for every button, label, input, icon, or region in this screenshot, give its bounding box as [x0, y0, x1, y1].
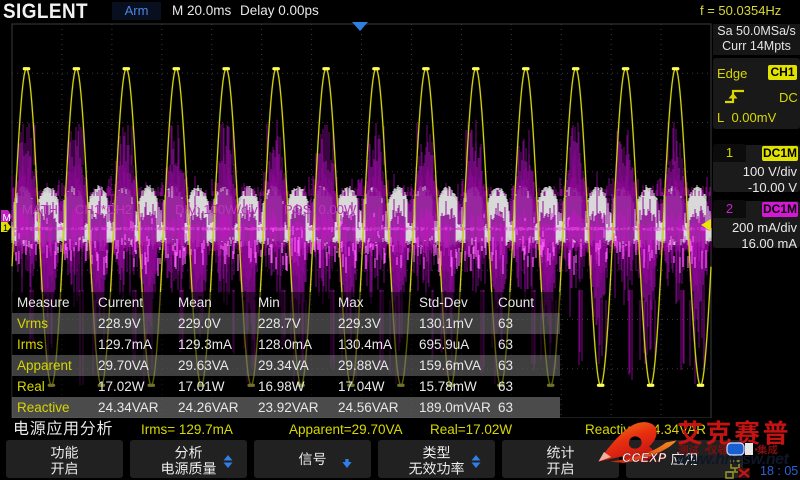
svg-text:Vrms: Vrms — [17, 316, 48, 331]
svg-text:159.6mVA: 159.6mVA — [419, 358, 481, 373]
svg-text:Current: Current — [98, 295, 143, 310]
svg-text:129.7mA: 129.7mA — [98, 337, 152, 352]
svg-text:63: 63 — [498, 316, 513, 331]
svg-text:Reactive: Reactive — [17, 400, 70, 415]
svg-text:24.34VAR: 24.34VAR — [98, 400, 159, 415]
svg-text:Irms: Irms — [17, 337, 43, 352]
svg-text:228.7V: 228.7V — [258, 316, 301, 331]
svg-text:17.01W: 17.01W — [178, 379, 225, 394]
svg-text:15.78mW: 15.78mW — [419, 379, 477, 394]
svg-text:130.1mV: 130.1mV — [419, 316, 473, 331]
svg-text:POS: 0.00W: POS: 0.00W — [284, 202, 357, 217]
svg-text:695.9uA: 695.9uA — [419, 337, 469, 352]
svg-text:228.9V: 228.9V — [98, 316, 141, 331]
svg-text:29.70VA: 29.70VA — [98, 358, 149, 373]
svg-text:CCEXP: CCEXP — [622, 451, 667, 465]
svg-text:www.hncsw.net: www.hncsw.net — [676, 451, 790, 468]
svg-text:17.02W: 17.02W — [98, 379, 145, 394]
svg-text:24.26VAR: 24.26VAR — [178, 400, 239, 415]
svg-text:29.34VA: 29.34VA — [258, 358, 309, 373]
svg-text:Count: Count — [498, 295, 534, 310]
svg-text:16.98W: 16.98W — [258, 379, 305, 394]
svg-text:29.63VA: 29.63VA — [178, 358, 229, 373]
svg-text:63: 63 — [498, 358, 513, 373]
svg-text:23.92VAR: 23.92VAR — [258, 400, 319, 415]
svg-text:Apparent: Apparent — [17, 358, 72, 373]
svg-text:129.3mA: 129.3mA — [178, 337, 232, 352]
svg-text:1: 1 — [3, 223, 8, 233]
svg-text:DIV: 100W/div: DIV: 100W/div — [175, 202, 258, 217]
svg-text:229.0V: 229.0V — [178, 316, 221, 331]
svg-text:Min: Min — [258, 295, 280, 310]
svg-text:63: 63 — [498, 379, 513, 394]
svg-text:29.88VA: 29.88VA — [338, 358, 389, 373]
svg-text:130.4mA: 130.4mA — [338, 337, 392, 352]
svg-text:MATH: MATH — [22, 202, 58, 217]
svg-text:Max: Max — [338, 295, 364, 310]
svg-text:24.56VAR: 24.56VAR — [338, 400, 399, 415]
svg-text:128.0mA: 128.0mA — [258, 337, 312, 352]
svg-text:Mean: Mean — [178, 295, 212, 310]
svg-text:189.0mVAR: 189.0mVAR — [419, 400, 491, 415]
svg-text:Std-Dev: Std-Dev — [419, 295, 468, 310]
svg-text:Measure: Measure — [17, 295, 70, 310]
svg-text:63: 63 — [498, 337, 513, 352]
svg-text:CH1*CH2: CH1*CH2 — [75, 202, 132, 217]
svg-text:17.04W: 17.04W — [338, 379, 385, 394]
svg-text:63: 63 — [498, 400, 513, 415]
svg-text:229.3V: 229.3V — [338, 316, 381, 331]
svg-text:Real: Real — [17, 379, 45, 394]
